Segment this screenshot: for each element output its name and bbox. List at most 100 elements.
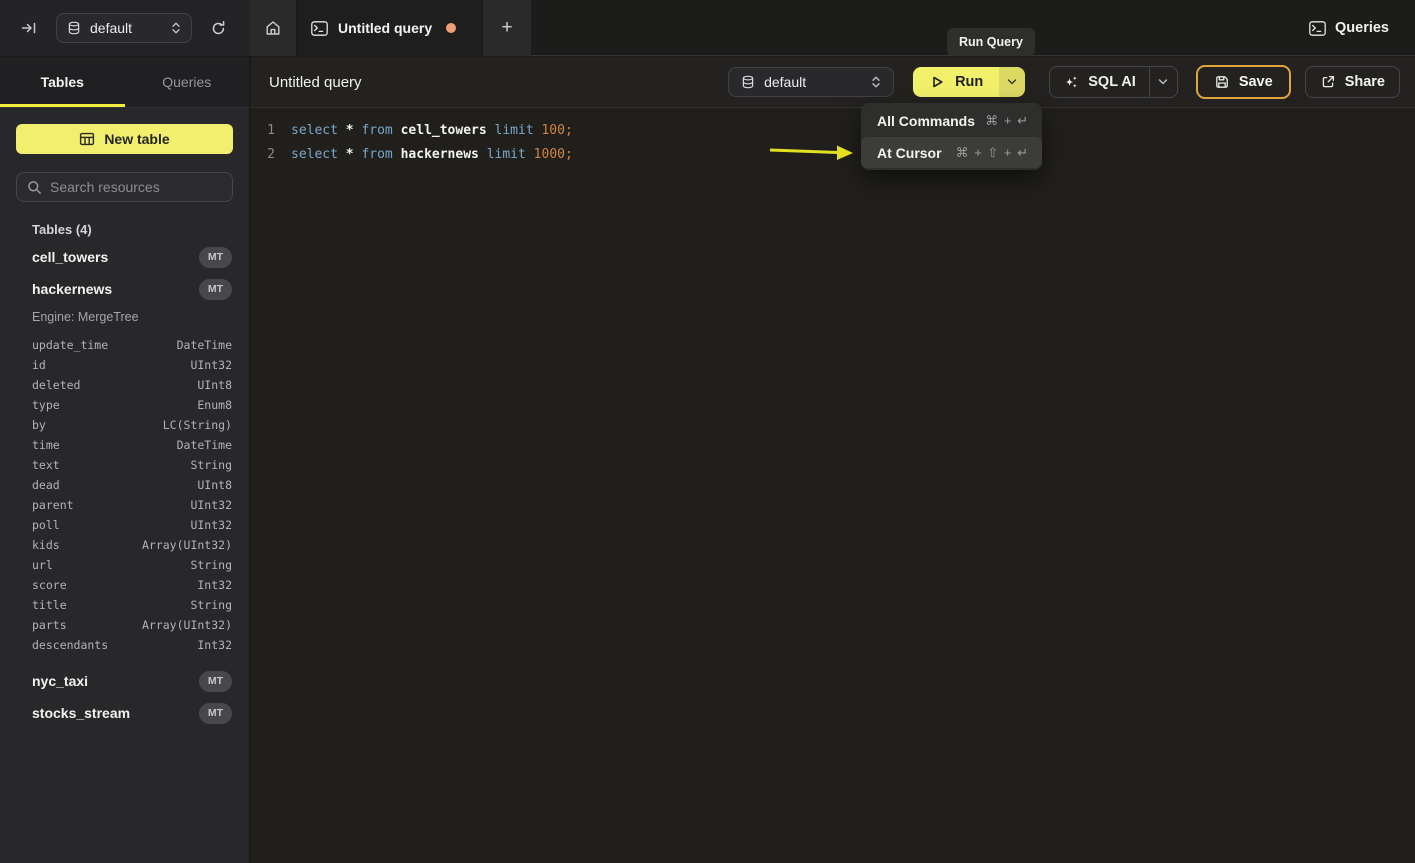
table-row[interactable]: cell_towersMT	[0, 241, 249, 273]
database-selector[interactable]: default	[56, 13, 192, 43]
run-button[interactable]: Run	[913, 67, 999, 97]
home-tab-button[interactable]	[250, 0, 297, 56]
tab-label: Untitled query	[338, 20, 432, 36]
column-row: partsArray(UInt32)	[0, 615, 249, 635]
new-table-button[interactable]: New table	[16, 124, 233, 154]
new-table-button-label: New table	[104, 131, 169, 147]
code-token: *	[346, 147, 354, 162]
column-type: Enum8	[197, 398, 232, 412]
code-token: select	[291, 123, 338, 138]
sidebar-tab-tables[interactable]: Tables	[0, 57, 125, 107]
terminal-icon	[311, 21, 328, 36]
table-engine-badge: MT	[199, 671, 232, 692]
code-token: from	[361, 147, 392, 162]
code-token	[393, 123, 401, 138]
queries-button[interactable]: Queries	[1309, 0, 1389, 56]
new-tab-button[interactable]: +	[482, 0, 531, 56]
code-token: limit	[487, 147, 526, 162]
sidebar-tab-queries[interactable]: Queries	[125, 57, 250, 107]
save-button[interactable]: Save	[1196, 65, 1291, 99]
line-number: 1	[251, 123, 275, 138]
search-input[interactable]	[50, 179, 231, 195]
query-toolbar: Untitled query default	[251, 57, 1415, 108]
run-menu-item-label: At Cursor	[877, 145, 956, 161]
sql-ai-button[interactable]: SQL AI	[1050, 74, 1149, 90]
home-icon	[264, 19, 282, 37]
column-row: parentUInt32	[0, 495, 249, 515]
column-name: dead	[32, 478, 197, 492]
code-token: hackernews	[401, 147, 479, 162]
column-name: text	[32, 458, 190, 472]
updown-chevron-icon	[871, 75, 881, 89]
column-type: Int32	[197, 578, 232, 592]
code-token: ;	[565, 123, 573, 138]
column-row: update_timeDateTime	[0, 335, 249, 355]
column-name: time	[32, 438, 177, 452]
toolbar-controls: default Run	[728, 65, 1400, 99]
code-token	[479, 147, 487, 162]
column-type: String	[190, 558, 232, 572]
column-name: descendants	[32, 638, 197, 652]
annotation-arrow	[762, 140, 856, 164]
column-name: poll	[32, 518, 190, 532]
sparkles-icon	[1063, 74, 1079, 90]
column-type: String	[190, 598, 232, 612]
column-row: typeEnum8	[0, 395, 249, 415]
column-name: parent	[32, 498, 190, 512]
code-token	[338, 147, 346, 162]
save-icon	[1214, 74, 1230, 90]
unsaved-changes-dot	[446, 23, 456, 33]
column-name: by	[32, 418, 163, 432]
table-name: nyc_taxi	[32, 673, 199, 689]
code-token	[338, 123, 346, 138]
run-menu-item[interactable]: At Cursor⌘ + ⇧ + ↵	[861, 137, 1042, 168]
plus-icon: +	[501, 17, 512, 39]
collapse-sidebar-icon[interactable]	[14, 13, 44, 43]
refresh-icon[interactable]	[203, 13, 233, 43]
tab-untitled-query[interactable]: Untitled query	[297, 0, 482, 56]
table-engine-badge: MT	[199, 247, 232, 268]
toolbar-database-selector-value: default	[755, 74, 871, 90]
column-row: descendantsInt32	[0, 635, 249, 655]
column-name: parts	[32, 618, 142, 632]
run-button-group: Run	[913, 67, 1025, 97]
column-type: String	[190, 458, 232, 472]
code-line[interactable]: 1select * from cell_towers limit 100;	[251, 118, 1415, 142]
column-row: timeDateTime	[0, 435, 249, 455]
code-token: ;	[565, 147, 573, 162]
column-row: urlString	[0, 555, 249, 575]
table-row[interactable]: stocks_streamMT	[0, 697, 249, 729]
code-token: 100	[541, 123, 564, 138]
code-token: select	[291, 147, 338, 162]
run-button-label: Run	[955, 74, 983, 90]
toolbar-database-selector[interactable]: default	[728, 67, 894, 97]
share-button[interactable]: Share	[1305, 66, 1400, 98]
table-row[interactable]: nyc_taxiMT	[0, 665, 249, 697]
code-token: 1000	[534, 147, 565, 162]
table-row[interactable]: hackernewsMT	[0, 273, 249, 305]
table-engine-label: Engine: MergeTree	[0, 305, 249, 329]
column-name: update_time	[32, 338, 177, 352]
table-name: hackernews	[32, 281, 199, 297]
code-token	[393, 147, 401, 162]
query-title: Untitled query	[269, 74, 728, 91]
run-menu-item[interactable]: All Commands⌘ + ↵	[861, 105, 1042, 136]
search-box	[16, 172, 233, 202]
line-number: 2	[251, 147, 275, 162]
sql-ai-options-caret[interactable]	[1149, 66, 1177, 98]
column-type: UInt8	[197, 478, 232, 492]
code-token	[534, 123, 542, 138]
column-name: type	[32, 398, 197, 412]
code-token	[354, 123, 362, 138]
table-engine-badge: MT	[199, 279, 232, 300]
column-row: scoreInt32	[0, 575, 249, 595]
column-name: deleted	[32, 378, 197, 392]
sql-ai-button-label: SQL AI	[1088, 74, 1136, 90]
column-type: Array(UInt32)	[142, 538, 232, 552]
column-type: UInt32	[190, 498, 232, 512]
column-type: Array(UInt32)	[142, 618, 232, 632]
top-bar: default	[0, 0, 1415, 56]
table-name: stocks_stream	[32, 705, 199, 721]
column-type: LC(String)	[163, 418, 232, 432]
run-options-caret[interactable]	[999, 67, 1025, 97]
